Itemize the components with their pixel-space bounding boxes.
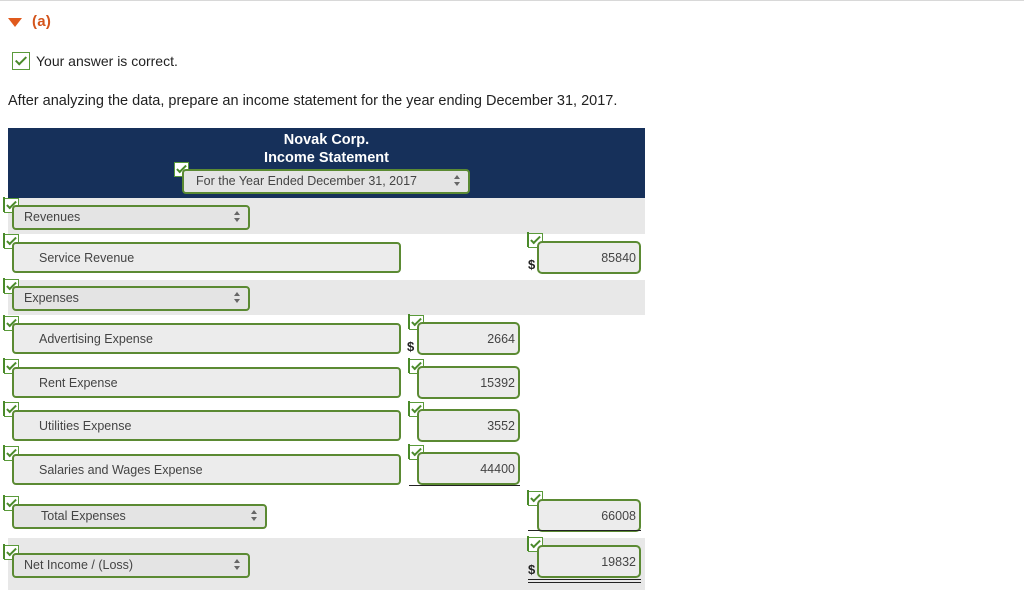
select-arrows-icon <box>234 211 240 223</box>
double-rule-bottom <box>528 582 641 583</box>
currency-symbol: $ <box>528 562 536 577</box>
double-rule-top <box>528 579 641 580</box>
rent-expense-value: 15392 <box>480 376 515 390</box>
revenues-select-value: Revenues <box>24 210 81 224</box>
advertising-expense-amount[interactable]: 2664 <box>417 322 520 355</box>
net-income-select[interactable]: Net Income / (Loss) <box>12 553 250 578</box>
section-toggle[interactable]: (a) <box>8 13 51 30</box>
expenses-select[interactable]: Expenses <box>12 286 250 311</box>
collapse-triangle-icon[interactable] <box>8 17 22 27</box>
service-revenue-label: Service Revenue <box>39 251 135 265</box>
advertising-expense-value: 2664 <box>487 332 515 346</box>
total-rule <box>528 530 641 531</box>
advertising-expense-label: Advertising Expense <box>39 332 153 346</box>
section-label: (a) <box>32 13 52 30</box>
currency-symbol: $ <box>407 339 415 354</box>
checkmark-icon <box>12 52 30 70</box>
salaries-expense-label: Salaries and Wages Expense <box>39 463 203 477</box>
select-arrows-icon <box>234 292 240 304</box>
utilities-expense-value: 3552 <box>487 419 515 433</box>
period-select-value: For the Year Ended December 31, 2017 <box>196 174 417 188</box>
company-name: Novak Corp. <box>283 132 370 148</box>
service-revenue-amount[interactable]: 85840 <box>537 241 641 274</box>
answer-status: Your answer is correct. <box>12 52 178 70</box>
currency-symbol: $ <box>528 257 536 272</box>
subtotal-rule <box>409 485 520 486</box>
advertising-expense-field[interactable]: Advertising Expense <box>12 323 401 354</box>
utilities-expense-field[interactable]: Utilities Expense <box>12 410 401 441</box>
top-divider <box>0 0 1024 1</box>
utilities-expense-amount[interactable]: 3552 <box>417 409 520 442</box>
net-income-value: 19832 <box>601 555 636 569</box>
salaries-expense-amount[interactable]: 44400 <box>417 452 520 485</box>
net-income-select-value: Net Income / (Loss) <box>24 558 134 572</box>
rent-expense-amount[interactable]: 15392 <box>417 366 520 399</box>
utilities-expense-label: Utilities Expense <box>39 419 132 433</box>
select-arrows-icon <box>234 559 240 571</box>
total-expenses-select[interactable]: Total Expenses <box>12 504 267 529</box>
answer-status-text: Your answer is correct. <box>36 53 178 69</box>
expenses-select-value: Expenses <box>24 291 79 305</box>
service-revenue-value: 85840 <box>601 251 636 265</box>
select-arrows-icon <box>454 175 460 187</box>
rent-expense-label: Rent Expense <box>39 376 118 390</box>
revenues-select[interactable]: Revenues <box>12 205 250 230</box>
select-arrows-icon <box>251 510 257 522</box>
total-expenses-amount[interactable]: 66008 <box>537 499 641 532</box>
service-revenue-field[interactable]: Service Revenue <box>12 242 401 273</box>
net-income-amount[interactable]: 19832 <box>537 545 641 578</box>
rent-expense-field[interactable]: Rent Expense <box>12 367 401 398</box>
instructions: After analyzing the data, prepare an inc… <box>8 93 618 109</box>
salaries-expense-value: 44400 <box>480 462 515 476</box>
period-select[interactable]: For the Year Ended December 31, 2017 <box>182 169 470 194</box>
total-expenses-value: 66008 <box>601 509 636 523</box>
salaries-expense-field[interactable]: Salaries and Wages Expense <box>12 454 401 485</box>
total-expenses-select-value: Total Expenses <box>41 509 126 523</box>
statement-title: Income Statement <box>264 150 389 166</box>
